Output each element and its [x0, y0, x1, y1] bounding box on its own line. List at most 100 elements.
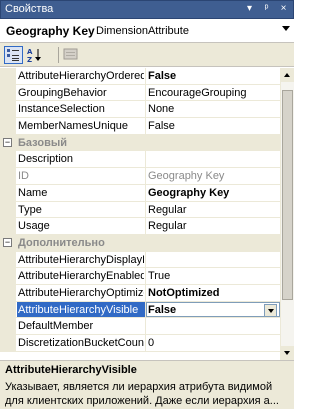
property-row[interactable]: DiscretizationBucketCount 0	[0, 335, 280, 352]
property-row[interactable]: AttributeHierarchyDisplayFolder	[0, 251, 280, 269]
column-divider	[145, 218, 146, 234]
property-row[interactable]: AttributeHierarchyOrdered False	[0, 68, 280, 85]
row-gutter	[0, 251, 16, 268]
property-name: Description	[18, 153, 74, 166]
property-name: Name	[18, 186, 48, 199]
row-gutter	[0, 268, 16, 284]
vertical-scrollbar[interactable]	[280, 68, 294, 360]
column-divider	[145, 201, 146, 218]
collapse-icon[interactable]: −	[3, 137, 12, 147]
property-name: ID	[18, 170, 29, 183]
column-divider	[145, 268, 146, 284]
row-gutter	[0, 218, 16, 234]
row-gutter	[0, 118, 16, 134]
row-gutter	[0, 101, 16, 118]
property-value: Geography Key	[148, 170, 225, 183]
property-value: None	[148, 103, 175, 116]
object-name: Geography Key	[6, 24, 95, 38]
toolbar-separator	[58, 47, 59, 63]
property-row[interactable]: GroupingBehavior EncourageGrouping	[0, 84, 280, 102]
row-gutter	[0, 151, 16, 168]
scroll-up-icon[interactable]	[281, 68, 294, 82]
column-divider	[145, 151, 146, 168]
categorized-icon[interactable]	[4, 46, 23, 64]
property-name: DiscretizationBucketCount	[18, 337, 144, 349]
column-divider	[145, 335, 146, 351]
row-gutter	[0, 301, 16, 318]
toolbar: A Z	[0, 43, 294, 67]
row-gutter	[0, 184, 16, 201]
dropdown-menu-icon[interactable]: ▾	[243, 2, 256, 16]
property-name: Usage	[18, 220, 50, 233]
property-row[interactable]: Type Regular	[0, 201, 280, 219]
column-divider	[145, 184, 146, 201]
category-row[interactable]: − Базовый	[0, 134, 280, 152]
column-divider	[145, 68, 146, 84]
property-value: False	[148, 120, 175, 133]
property-row[interactable]: AttributeHierarchyEnabled True	[0, 268, 280, 285]
property-name: InstanceSelection	[18, 103, 105, 116]
row-gutter	[0, 284, 16, 301]
column-divider	[145, 251, 146, 268]
property-name: MemberNamesUnique	[18, 120, 129, 133]
title-bar: Свойства ▾ ᵖ ×	[0, 0, 294, 19]
property-value[interactable]: False	[148, 304, 278, 316]
column-divider	[145, 284, 146, 301]
column-divider	[145, 168, 146, 184]
property-value: True	[148, 270, 171, 283]
pin-icon[interactable]: ᵖ	[260, 2, 273, 16]
property-row[interactable]: MemberNamesUnique False	[0, 118, 280, 135]
row-gutter	[0, 318, 16, 334]
property-value: False	[148, 70, 177, 82]
row-gutter	[0, 201, 16, 218]
scroll-down-icon[interactable]	[281, 346, 294, 360]
close-icon[interactable]: ×	[277, 2, 290, 16]
alphabetical-icon[interactable]: A Z	[26, 46, 45, 64]
category-label: Базовый	[18, 136, 67, 149]
description-text: Указывает, является ли иерархия атрибута…	[5, 381, 279, 407]
column-divider	[145, 318, 146, 334]
collapse-icon[interactable]: −	[3, 237, 12, 247]
property-name: Type	[18, 203, 42, 216]
row-gutter	[0, 168, 16, 184]
property-name: DefaultMember	[18, 320, 94, 333]
property-grid: AttributeHierarchyOrdered False GroupingBe…	[0, 68, 280, 360]
description-panel: AttributeHierarchyVisible Указывает, явл…	[0, 360, 294, 409]
property-row[interactable]: InstanceSelection None	[0, 101, 280, 119]
property-row[interactable]: Usage Regular	[0, 218, 280, 235]
property-value: Geography Key	[148, 186, 230, 199]
property-name: AttributeHierarchyOrdered	[18, 70, 144, 82]
svg-text:Z: Z	[27, 56, 32, 64]
svg-text:A: A	[27, 48, 33, 56]
object-selector[interactable]: Geography Key DimensionAttribute	[0, 19, 294, 43]
category-label: Дополнительно	[18, 236, 105, 249]
scroll-thumb[interactable]	[282, 90, 293, 300]
property-row[interactable]: AttributeHierarchyOptimizedState NotOptim…	[0, 284, 280, 302]
property-name: AttributeHierarchyDisplayFolder	[18, 253, 144, 266]
property-value: 0	[148, 337, 155, 349]
property-value: NotOptimized	[148, 286, 220, 299]
chevron-down-icon[interactable]	[282, 26, 290, 31]
column-divider	[145, 84, 146, 101]
row-gutter	[0, 68, 16, 84]
property-row[interactable]: Name Geography Key	[0, 184, 280, 202]
property-row-selected[interactable]: AttributeHierarchyVisible False	[0, 301, 280, 319]
object-type: DimensionAttribute	[96, 25, 189, 37]
column-divider	[145, 101, 146, 118]
row-gutter	[0, 335, 16, 351]
window-title: Свойства	[5, 3, 54, 15]
column-divider	[145, 118, 146, 134]
property-name: AttributeHierarchyEnabled	[18, 270, 144, 283]
property-pages-icon[interactable]	[62, 46, 81, 64]
property-row[interactable]: DefaultMember	[0, 318, 280, 335]
property-name: AttributeHierarchyOptimizedState	[18, 286, 144, 299]
property-name: GroupingBehavior	[18, 86, 107, 99]
description-title: AttributeHierarchyVisible	[5, 364, 137, 376]
row-gutter	[0, 84, 16, 101]
property-row[interactable]: ID Geography Key	[0, 168, 280, 185]
category-row[interactable]: − Дополнительно	[0, 234, 280, 252]
property-row[interactable]: Description	[0, 151, 280, 169]
property-value: EncourageGrouping	[148, 86, 247, 99]
window-controls: ▾ ᵖ ×	[243, 2, 290, 16]
property-value: Regular	[148, 203, 187, 216]
